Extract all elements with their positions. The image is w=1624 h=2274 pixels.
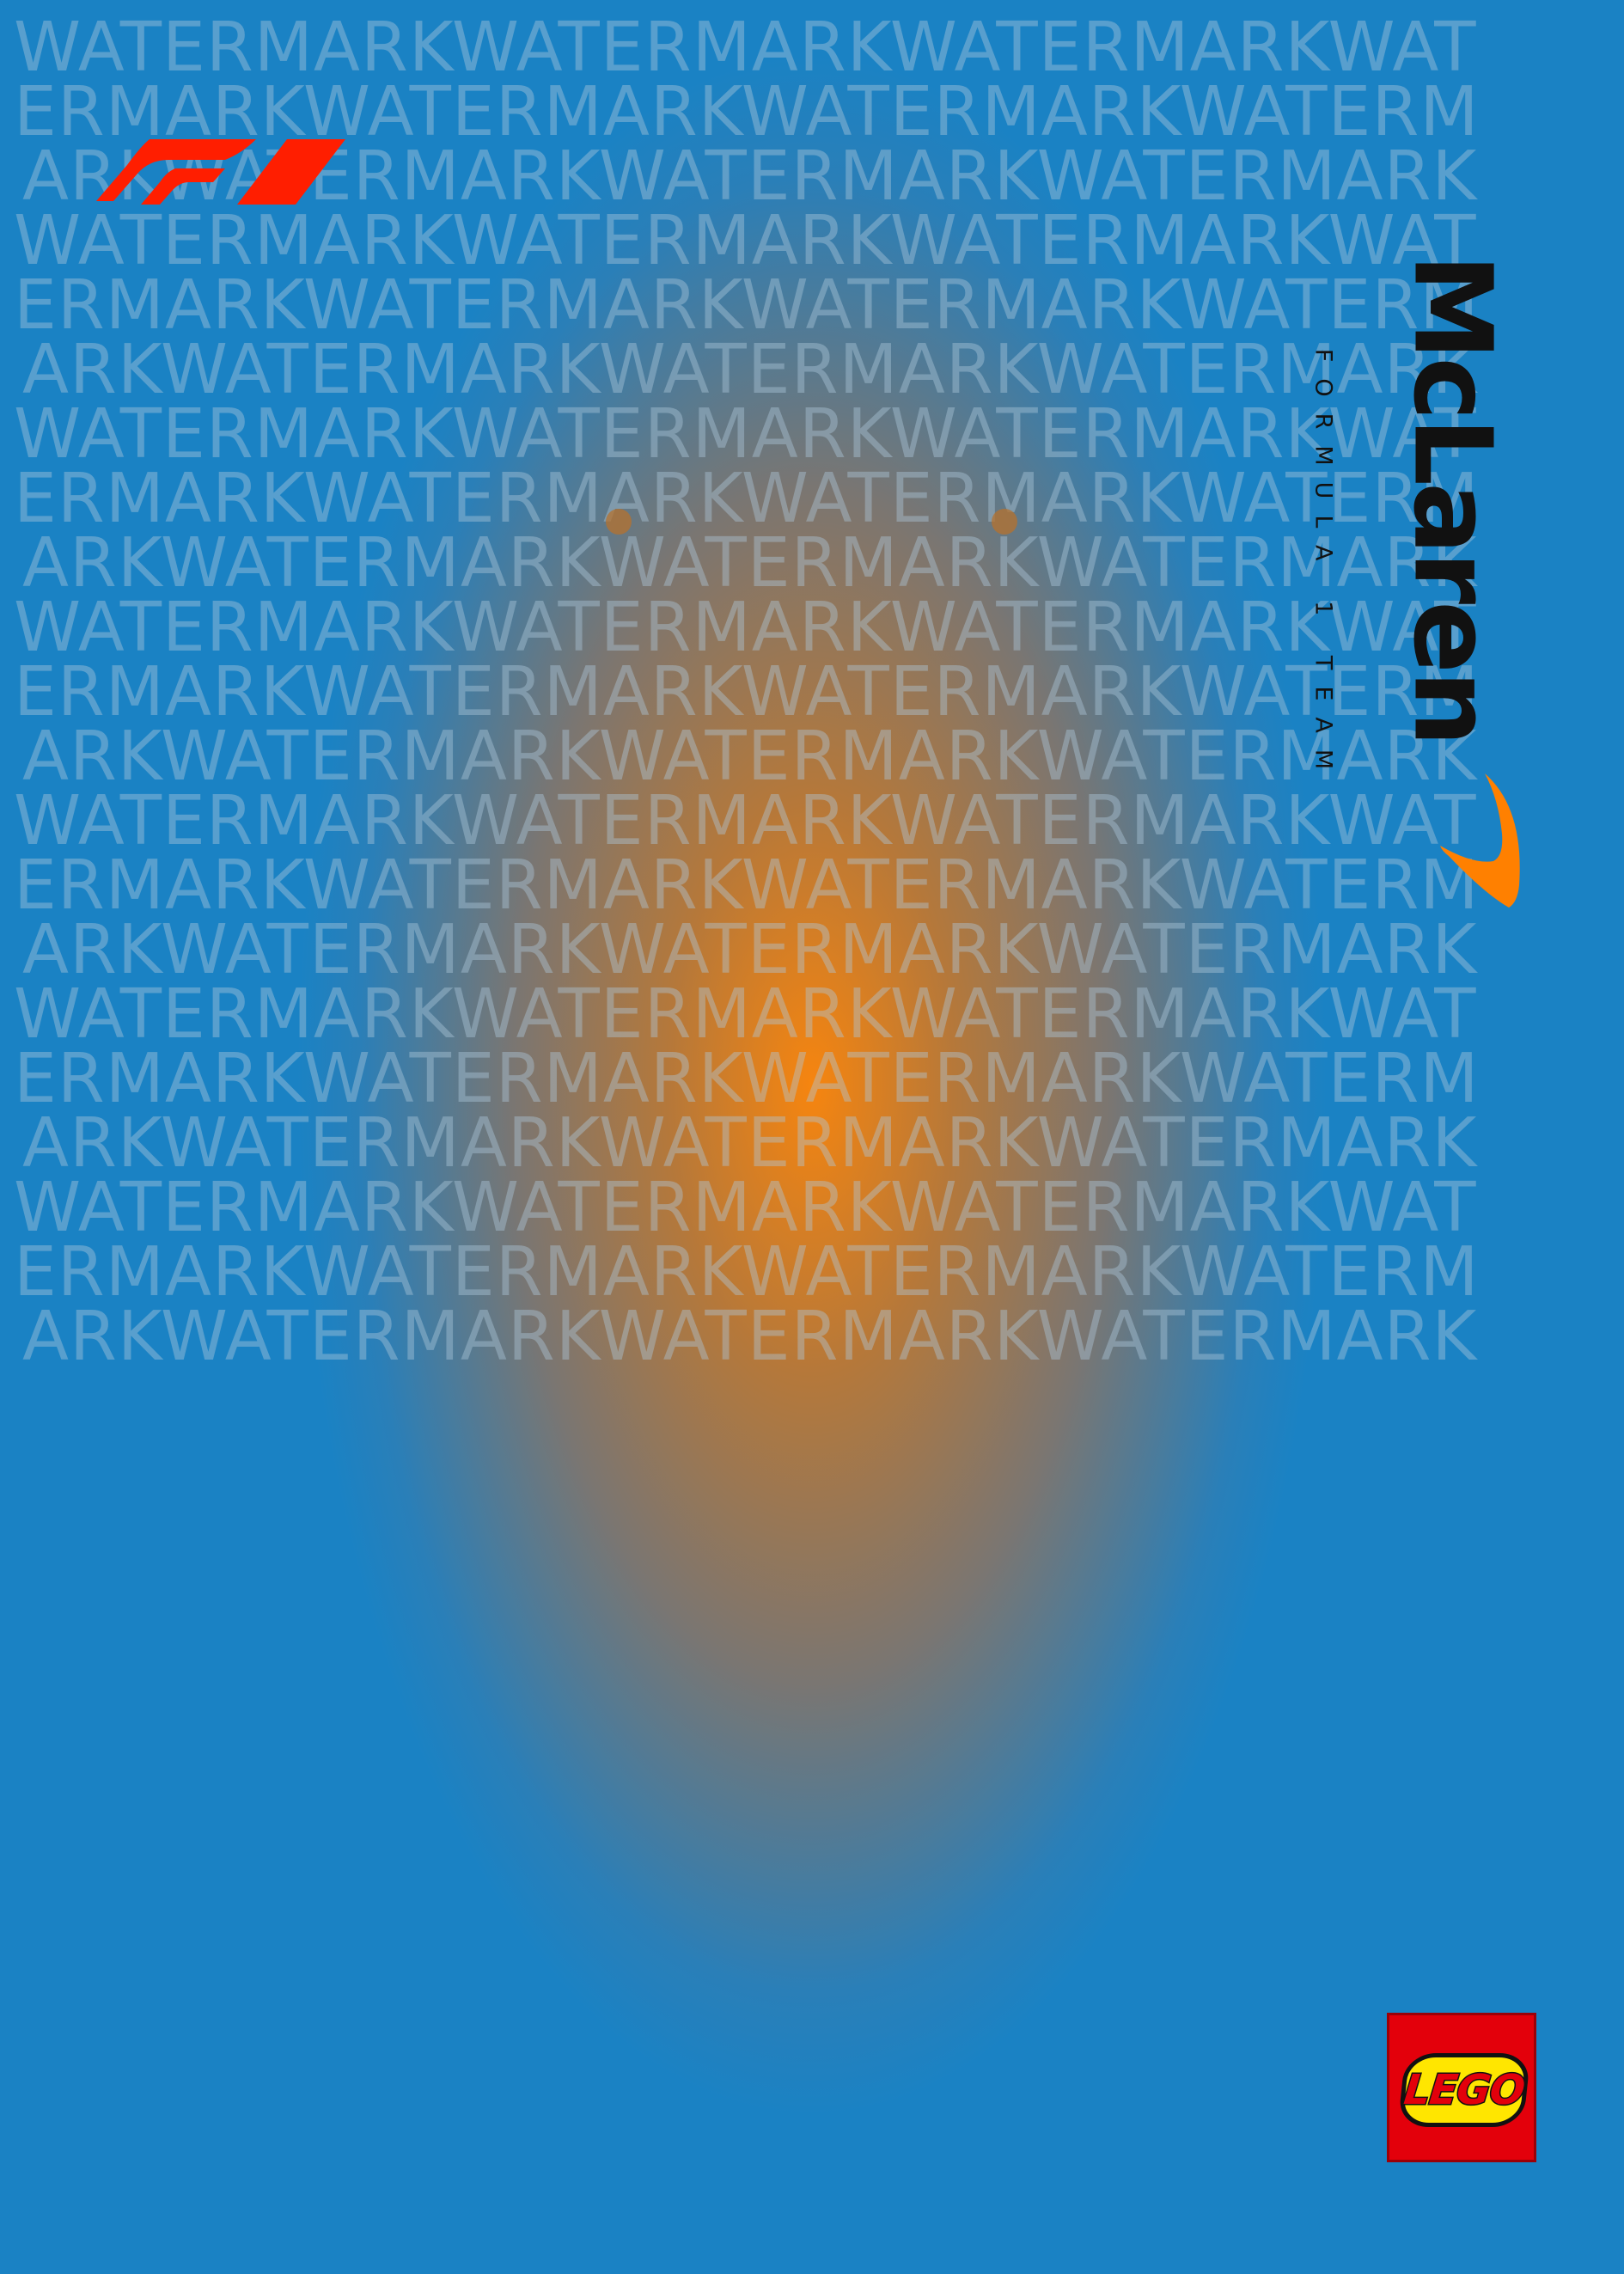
watermark-text: ARKWATERMARKWATERMARKWATERMARK (22, 1298, 1478, 1375)
watermark-text: ERMARKWATERMARKWATERMARKWATERM (14, 653, 1480, 730)
watermark-text: WATERMARKWATERMARKWATERMARKWAT (14, 1169, 1477, 1246)
watermark-overlay: WATERMARKWATERMARKWATERMARKWAT ERMARKWATE… (0, 0, 1624, 2274)
watermark-text: ARKWATERMARKWATERMARKWATERMARK (22, 911, 1478, 988)
watermark-row: WATERMARKWATERMARKWATERMARKWAT (0, 395, 1624, 473)
mclaren-subtitle-text: FORMULA 1 TEAM (1310, 348, 1337, 786)
watermark-row: ARKWATERMARKWATERMARKWATERMARK (0, 911, 1624, 988)
watermark-row: ARKWATERMARKWATERMARKWATERMARK (0, 331, 1624, 408)
f1-logo-icon (96, 139, 345, 205)
watermark-row: ERMARKWATERMARKWATERMARKWATERM (0, 1040, 1624, 1117)
watermark-row: WATERMARKWATERMARKWATERMARKWAT (0, 589, 1624, 666)
watermark-row: WATERMARKWATERMARKWATERMARKWAT (0, 202, 1624, 279)
watermark-text: WATERMARKWATERMARKWATERMARKWAT (14, 395, 1477, 473)
watermark-text: ERMARKWATERMARKWATERMARKWATERM (14, 460, 1480, 537)
watermark-text: WATERMARKWATERMARKWATERMARKWAT (14, 9, 1477, 86)
watermark-text: WATERMARKWATERMARKWATERMARKWAT (14, 782, 1477, 859)
watermark-text: WATERMARKWATERMARKWATERMARKWAT (14, 202, 1477, 279)
watermark-text: ERMARKWATERMARKWATERMARKWATERM (14, 266, 1480, 344)
watermark-text: ERMARKWATERMARKWATERMARKWATERM (14, 1233, 1480, 1311)
mclaren-word: McLaren (1389, 254, 1515, 743)
lego-text: LEGO (1401, 2065, 1528, 2116)
watermark-row: WATERMARKWATERMARKWATERMARKWAT (0, 782, 1624, 859)
watermark-text: ARKWATERMARKWATERMARKWATERMARK (22, 331, 1478, 408)
mclaren-subtitle: FORMULA 1 TEAM (1306, 301, 1340, 834)
speedmark-shape (1440, 773, 1520, 908)
watermark-row: ARKWATERMARKWATERMARKWATERMARK (0, 1104, 1624, 1182)
watermark-text: ERMARKWATERMARKWATERMARKWATERM (14, 847, 1480, 924)
watermark-row: WATERMARKWATERMARKWATERMARKWAT (0, 1169, 1624, 1246)
lego-badge: LEGO (1397, 2053, 1531, 2127)
watermark-row: ERMARKWATERMARKWATERMARKWATERM (0, 1233, 1624, 1311)
f1-logo-mark-one (237, 139, 345, 205)
watermark-text: ARKWATERMARKWATERMARKWATERMARK (22, 718, 1478, 795)
watermark-row: WATERMARKWATERMARKWATERMARKWAT (0, 975, 1624, 1053)
watermark-row: ERMARKWATERMARKWATERMARKWATERM (0, 847, 1624, 924)
decorative-dot-left (606, 509, 632, 535)
f1-logo-mark-middle (141, 168, 225, 205)
watermark-row: ERMARKWATERMARKWATERMARKWATERM (0, 460, 1624, 537)
decorative-dot-right (992, 509, 1017, 535)
watermark-row: ERMARKWATERMARKWATERMARKWATERM (0, 653, 1624, 730)
watermark-text: ARKWATERMARKWATERMARKWATERMARK (22, 1104, 1478, 1182)
watermark-row: ERMARKWATERMARKWATERMARKWATERM (0, 266, 1624, 344)
watermark-text: ARKWATERMARKWATERMARKWATERMARK (22, 524, 1478, 602)
watermark-row: ARKWATERMARKWATERMARKWATERMARK (0, 524, 1624, 602)
mclaren-speedmark-icon (1440, 773, 1520, 908)
watermark-row: ARKWATERMARKWATERMARKWATERMARK (0, 718, 1624, 795)
mclaren-wordmark: McLaren (1390, 155, 1515, 842)
watermark-text: WATERMARKWATERMARKWATERMARKWAT (14, 975, 1477, 1053)
watermark-text: ERMARKWATERMARKWATERMARKWATERM (14, 1040, 1480, 1117)
watermark-text: WATERMARKWATERMARKWATERMARKWAT (14, 589, 1477, 666)
poster-background: WATERMARKWATERMARKWATERMARKWAT ERMARKWATE… (0, 0, 1624, 2274)
lego-logo-icon: LEGO (1387, 2013, 1536, 2162)
watermark-row: ARKWATERMARKWATERMARKWATERMARK (0, 1298, 1624, 1375)
watermark-row: WATERMARKWATERMARKWATERMARKWAT (0, 9, 1624, 86)
